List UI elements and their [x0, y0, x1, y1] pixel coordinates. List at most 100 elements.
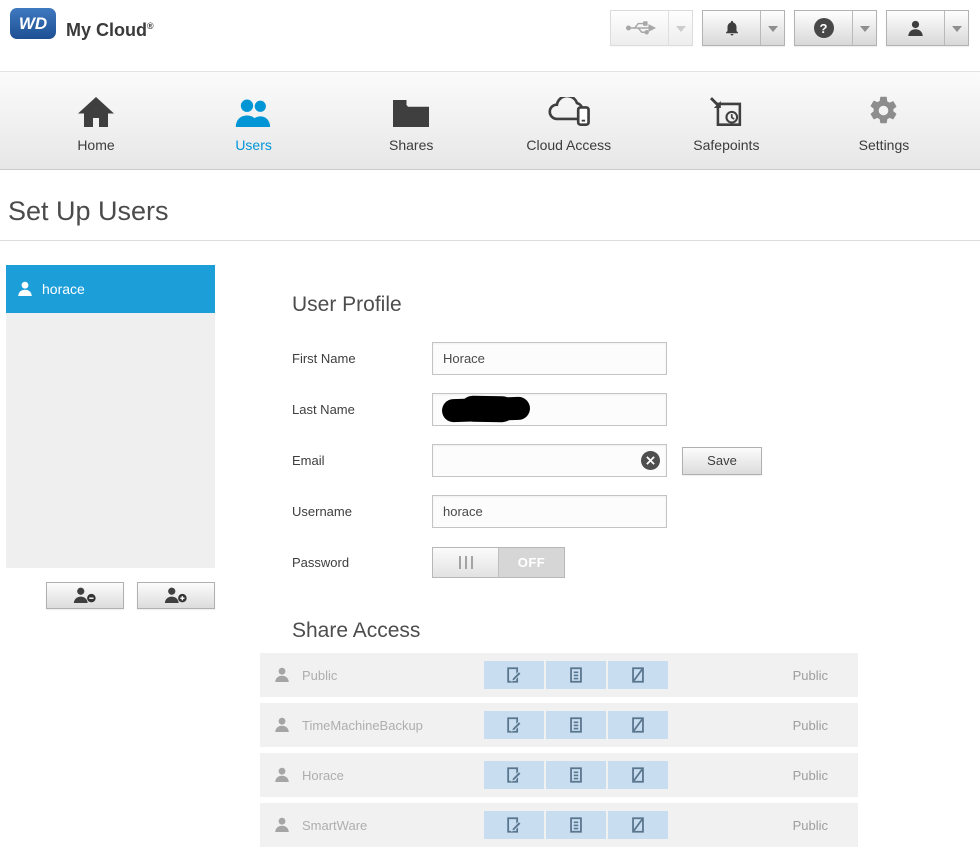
write-access-icon [505, 716, 523, 734]
toggle-state: OFF [499, 548, 564, 577]
access-level-control [484, 811, 668, 839]
content-area: horace User Profile First Name Horace La… [0, 241, 980, 858]
share-access-heading: Share Access [292, 619, 421, 642]
help-dropdown[interactable] [852, 11, 876, 45]
last-name-row: Last Name [292, 393, 667, 426]
access-level-control [484, 711, 668, 739]
no-access-button[interactable] [608, 811, 668, 839]
user-menu-button[interactable] [886, 10, 969, 46]
share-row-public: Public Public [260, 653, 858, 697]
access-level-control [484, 761, 668, 789]
nav-label: Safepoints [693, 136, 760, 153]
remove-user-button[interactable] [46, 582, 124, 609]
no-access-button[interactable] [608, 711, 668, 739]
share-person-icon [274, 767, 302, 783]
nav-label: Cloud Access [526, 136, 612, 153]
add-user-button[interactable] [137, 582, 215, 609]
usb-icon [611, 11, 668, 45]
wd-logo-text: WD [18, 13, 48, 33]
nav-label: Shares [389, 136, 434, 153]
full-access-button[interactable] [484, 711, 544, 739]
user-dropdown[interactable] [944, 11, 968, 45]
user-list: horace [6, 265, 215, 568]
product-name: My Cloud® [66, 20, 154, 40]
no-access-button[interactable] [608, 761, 668, 789]
write-access-icon [505, 666, 523, 684]
nav-label: Home [77, 136, 115, 153]
share-name: Public [302, 667, 338, 683]
no-access-icon [629, 666, 647, 684]
alerts-dropdown[interactable] [760, 11, 784, 45]
no-access-button[interactable] [608, 661, 668, 689]
nav-item-cloud-access[interactable]: Cloud Access [513, 72, 625, 169]
share-level: Public [792, 817, 828, 833]
write-access-icon [505, 766, 523, 784]
share-access-list: Public Public TimeMachineBackup Public H… [260, 653, 858, 853]
home-icon [78, 89, 114, 127]
email-input[interactable] [432, 444, 667, 477]
read-only-button[interactable] [546, 761, 606, 789]
read-only-button[interactable] [546, 711, 606, 739]
nav-label: Users [235, 136, 272, 153]
redaction-scribble [441, 396, 531, 423]
read-only-icon [567, 716, 585, 734]
share-person-icon [274, 817, 302, 833]
read-only-icon [567, 666, 585, 684]
share-row-horace: Horace Public [260, 753, 858, 797]
username-input[interactable] [432, 495, 667, 528]
access-level-control [484, 661, 668, 689]
usb-dropdown[interactable] [668, 11, 692, 45]
no-access-icon [629, 766, 647, 784]
read-only-icon [567, 816, 585, 834]
share-level: Public [792, 667, 828, 683]
nav-item-users[interactable]: Users [198, 72, 310, 169]
email-label: Email [292, 453, 325, 468]
close-icon [646, 456, 655, 465]
cloud-device-icon [546, 89, 592, 127]
share-person-icon [274, 717, 302, 733]
read-only-button[interactable] [546, 811, 606, 839]
share-name: Horace [302, 767, 344, 783]
write-access-icon [505, 816, 523, 834]
user-profile-heading: User Profile [292, 293, 402, 316]
share-level: Public [792, 767, 828, 783]
password-toggle[interactable]: OFF [432, 547, 565, 578]
chevron-down-icon [951, 25, 962, 37]
nav-item-settings[interactable]: Settings [828, 72, 940, 169]
alerts-button[interactable] [702, 10, 785, 46]
no-access-icon [629, 716, 647, 734]
clear-email-button[interactable] [641, 451, 660, 470]
chevron-down-icon [859, 25, 870, 37]
username-label: Username [292, 504, 352, 519]
gear-icon [867, 89, 900, 127]
read-only-button[interactable] [546, 661, 606, 689]
save-button[interactable]: Save [682, 446, 762, 475]
wd-logo: WD [10, 8, 56, 39]
nav-item-shares[interactable]: Shares [355, 72, 467, 169]
safepoint-icon [708, 89, 744, 127]
bell-icon [703, 11, 760, 45]
nav-item-safepoints[interactable]: Safepoints [670, 72, 782, 169]
person-plus-icon [164, 587, 187, 603]
toggle-grip-icon [433, 548, 499, 577]
chevron-down-icon [675, 25, 686, 37]
read-only-icon [567, 766, 585, 784]
usb-device-button[interactable] [610, 10, 693, 46]
registered-mark: ® [147, 21, 154, 31]
share-name: TimeMachineBackup [302, 717, 423, 733]
full-access-button[interactable] [484, 811, 544, 839]
person-minus-icon [73, 587, 96, 603]
share-row-smartware: SmartWare Public [260, 803, 858, 847]
nav-item-home[interactable]: Home [40, 72, 152, 169]
full-access-button[interactable] [484, 661, 544, 689]
share-name: SmartWare [302, 817, 368, 833]
password-row: Password OFF [292, 546, 565, 579]
user-icon [887, 11, 944, 45]
help-button[interactable]: ? [794, 10, 877, 46]
full-access-button[interactable] [484, 761, 544, 789]
user-list-item-horace[interactable]: horace [6, 265, 215, 313]
app-header: WD My Cloud® ? [0, 0, 980, 71]
page-title: Set Up Users [8, 196, 169, 226]
first-name-input[interactable] [432, 342, 667, 375]
first-name-label: First Name [292, 351, 356, 366]
